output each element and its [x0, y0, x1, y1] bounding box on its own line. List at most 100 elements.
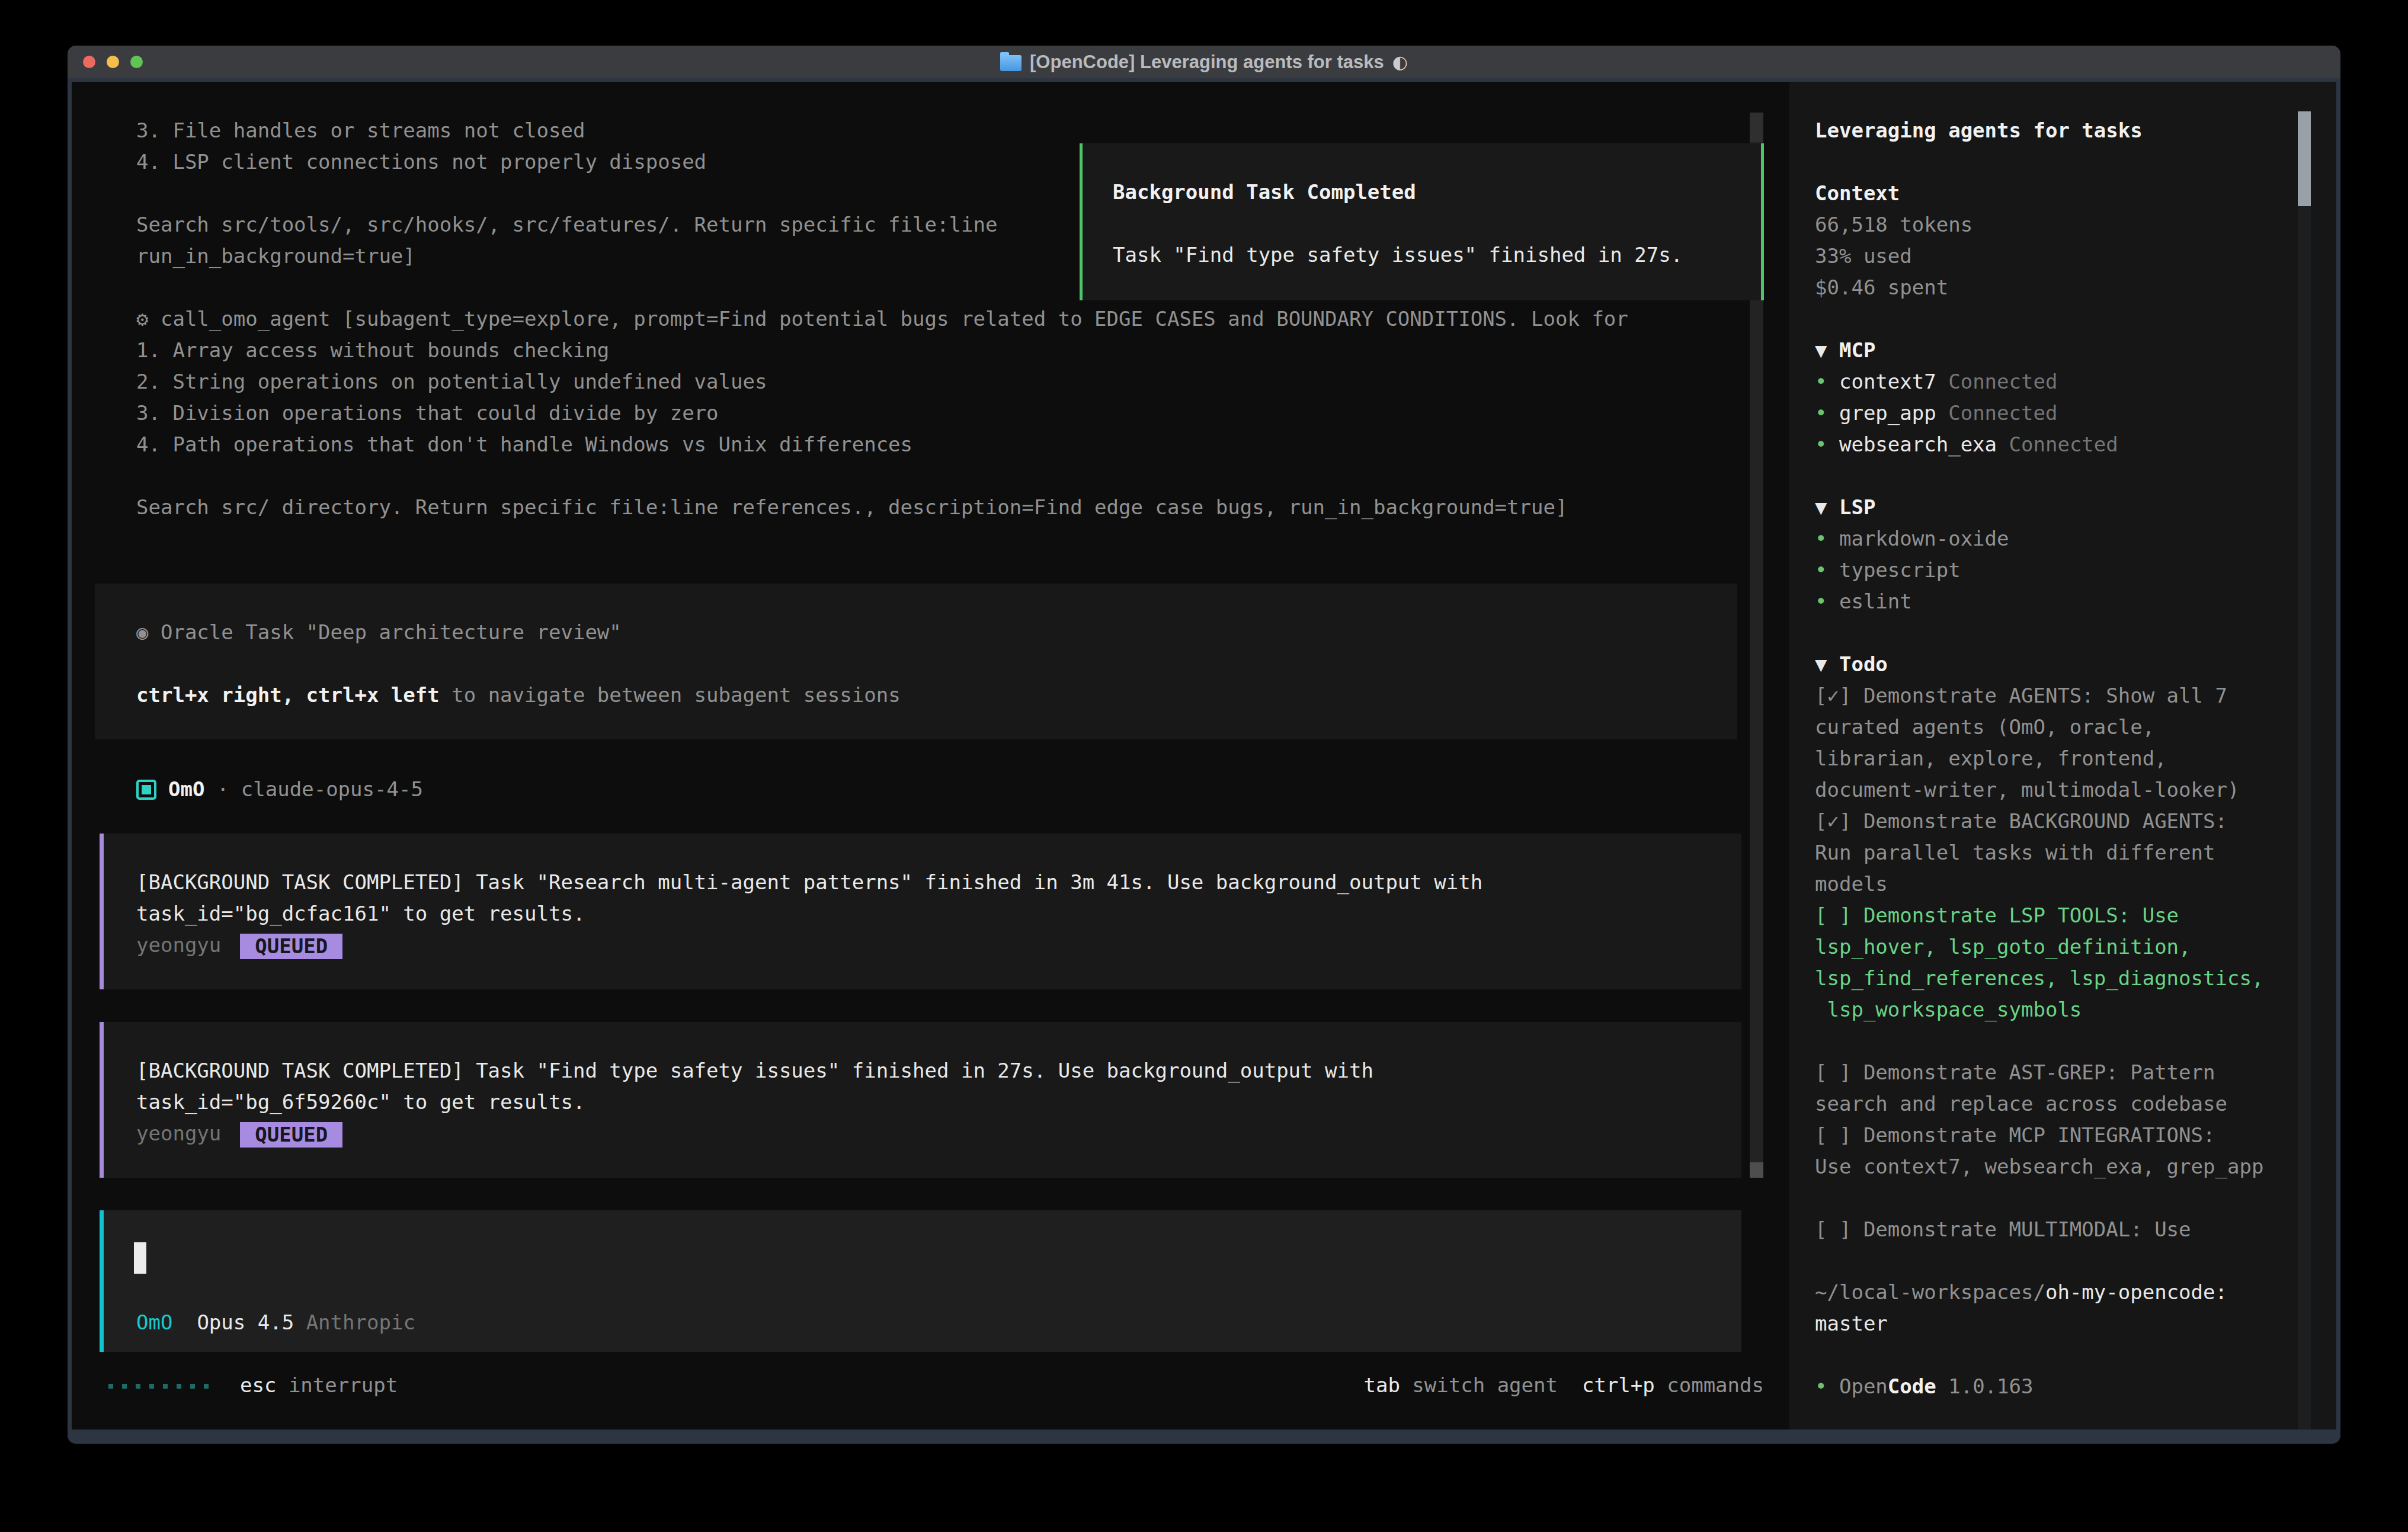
prompt-input[interactable]: OmO Opus 4.5 Anthropic [100, 1210, 1741, 1352]
text-line: librarian, explore, frontend, [1815, 743, 2167, 774]
text-segment: Run parallel tasks with different [1815, 841, 2215, 864]
text-segment: 66,518 tokens [1815, 213, 1972, 236]
text-line: ▼ MCP [1815, 335, 1875, 366]
sidebar: Leveraging agents for tasks Context 66,518… [1789, 82, 2336, 1430]
text-line: 4. LSP client connections not properly d… [136, 146, 706, 178]
text-line: • grep_app Connected [1815, 398, 2057, 429]
text-segment: 3. File handles or streams not closed [136, 118, 585, 142]
text-segment: [✓] Demonstrate AGENTS: Show all 7 [1815, 684, 2227, 707]
titlebar[interactable]: [OpenCode] Leveraging agents for tasks◐ [68, 46, 2340, 78]
tab-key-label: switch agent [1400, 1373, 1558, 1397]
text-segment: models [1815, 872, 1888, 896]
text-segment: typescript [1839, 558, 1961, 582]
input-model-name: Opus 4.5 [197, 1310, 294, 1334]
bullet-icon: • [1815, 432, 1839, 456]
text-line: [✓] Demonstrate AGENTS: Show all 7 [1815, 680, 2227, 711]
text-line: ~/local-workspaces/oh-my-opencode: [1815, 1277, 2227, 1308]
toast-body: Task "Find type safety issues" finished … [1113, 239, 1683, 271]
text-line: Leveraging agents for tasks [1815, 115, 2143, 146]
zoom-button[interactable] [130, 56, 143, 68]
text-segment: Search src/tools/, src/hooks/, src/featu… [136, 213, 997, 236]
bullet-icon: • [1815, 558, 1839, 582]
text-line: 4. Path operations that don't handle Win… [136, 429, 912, 460]
text-segment: master [1815, 1312, 1888, 1335]
text-segment: ~/local-workspaces/ [1815, 1280, 2045, 1304]
text-line: • context7 Connected [1815, 366, 2057, 398]
text-segment: 1.0.163 [1936, 1374, 2034, 1398]
activity-dots-icon [108, 1384, 209, 1389]
text-segment: Connected [1948, 370, 2057, 393]
task-user: yeongyu [136, 1121, 221, 1145]
main-scrollbar-thumb[interactable] [1750, 1162, 1763, 1178]
text-segment: oh-my-opencode: [2045, 1280, 2227, 1304]
text-line: 3. Division operations that could divide… [136, 398, 719, 429]
text-segment: Todo [1839, 652, 1888, 676]
text-segment: librarian, explore, frontend, [1815, 746, 2167, 770]
esc-key-hint: esc [240, 1373, 276, 1397]
agent-name: OmO [168, 777, 204, 801]
task-message-line2: task_id="bg_dcfac161" to get results. [136, 898, 585, 930]
text-segment: Connected [2009, 432, 2118, 456]
text-line: • OpenCode 1.0.163 [1815, 1371, 2034, 1402]
text-line: ▼ LSP [1815, 492, 1875, 523]
omo-agent-icon [136, 780, 156, 800]
oracle-shortcut-keys: ctrl+x right, ctrl+x left [136, 683, 440, 707]
sidebar-scrollbar-thumb[interactable] [2298, 111, 2311, 206]
text-line: ⚙ call_omo_agent [subagent_type=explore,… [136, 303, 1628, 335]
text-segment: [ ] Demonstrate AST-GREP: Pattern [1815, 1060, 2215, 1084]
text-line: lsp_find_references, lsp_diagnostics, [1815, 963, 2263, 994]
text-segment: [ ] Demonstrate MULTIMODAL: Use [1815, 1217, 2191, 1241]
text-segment: Connected [1948, 401, 2057, 425]
text-segment: 1. Array access without bounds checking [136, 338, 609, 362]
text-segment: search and replace across codebase [1815, 1092, 2227, 1116]
text-segment: 4. Path operations that don't handle Win… [136, 432, 912, 456]
text-segment: grep_app [1839, 401, 1948, 425]
queued-badge: QUEUED [240, 934, 342, 959]
text-segment: LSP [1839, 495, 1875, 519]
text-segment: 2. String operations on potentially unde… [136, 370, 767, 393]
queued-badge: QUEUED [240, 1122, 342, 1148]
text-line: 1. Array access without bounds checking [136, 335, 609, 366]
gear-icon: ⚙ [136, 307, 161, 331]
text-line: document-writer, multimodal-looker) [1815, 774, 2239, 806]
text-segment: Use context7, websearch_exa, grep_app [1815, 1155, 2263, 1178]
text-line: Run parallel tasks with different [1815, 837, 2215, 868]
bullet-icon: • [1815, 1374, 1839, 1398]
task-user: yeongyu [136, 933, 221, 957]
bullet-icon: • [1815, 370, 1839, 393]
text-segment: call_omo_agent [subagent_type=explore, p… [161, 307, 1628, 331]
text-line: run_in_background=true] [136, 241, 415, 272]
oracle-task-title: Oracle Task "Deep architecture review" [161, 620, 622, 644]
half-circle-icon: ◐ [1392, 52, 1408, 72]
minimize-button[interactable] [107, 56, 119, 68]
text-segment: Leveraging agents for tasks [1815, 118, 2143, 142]
oracle-task-panel: ◉ Oracle Task "Deep architecture review"… [95, 584, 1737, 739]
task-message-line2: task_id="bg_6f59260c" to get results. [136, 1086, 585, 1118]
input-agent-name: OmO [136, 1310, 172, 1334]
text-segment: lsp_workspace_symbols [1815, 998, 2082, 1021]
text-segment: websearch_exa [1839, 432, 2009, 456]
toast-title: Background Task Completed [1113, 177, 1416, 208]
window-controls [83, 56, 143, 68]
background-task-message-1: [BACKGROUND TASK COMPLETED] Task "Resear… [100, 834, 1741, 989]
text-segment: Code [1888, 1374, 1936, 1398]
text-line: Context [1815, 178, 1900, 209]
sidebar-scrollbar[interactable] [2298, 111, 2311, 1430]
oracle-task-icon: ◉ [136, 620, 161, 644]
text-line: [ ] Demonstrate MULTIMODAL: Use [1815, 1214, 2191, 1245]
oracle-shortcut-desc: to navigate between subagent sessions [440, 683, 901, 707]
text-segment: [ ] Demonstrate MCP INTEGRATIONS: [1815, 1123, 2215, 1147]
text-segment: Open [1839, 1374, 1888, 1398]
terminal-window: [OpenCode] Leveraging agents for tasks◐ … [68, 46, 2340, 1444]
close-button[interactable] [83, 56, 95, 68]
text-segment: lsp_hover, lsp_goto_definition, [1815, 935, 2191, 959]
text-segment: Search src/ directory. Return specific f… [136, 495, 1567, 519]
text-line: search and replace across codebase [1815, 1088, 2227, 1120]
text-line: • eslint [1815, 586, 1912, 617]
text-segment: MCP [1839, 338, 1875, 362]
text-segment: context7 [1839, 370, 1948, 393]
window-title: [OpenCode] Leveraging agents for tasks◐ [1000, 52, 1408, 73]
text-line: 3. File handles or streams not closed [136, 115, 585, 146]
text-segment: markdown-oxide [1839, 527, 2009, 550]
text-segment: document-writer, multimodal-looker) [1815, 778, 2239, 802]
